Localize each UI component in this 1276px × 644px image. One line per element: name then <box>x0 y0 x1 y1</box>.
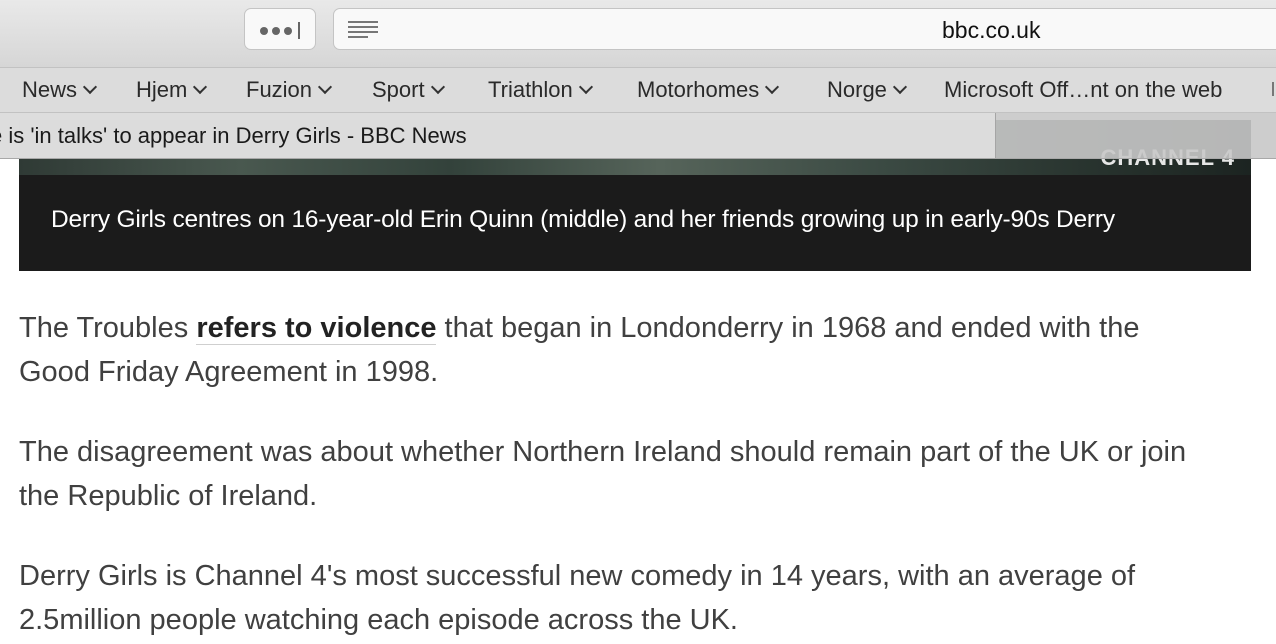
tab-bar: e is 'in talks' to appear in Derry Girls… <box>0 113 1276 159</box>
address-domain: bbc.co.uk <box>942 17 1041 43</box>
bookmark-norge[interactable]: Norge <box>827 77 907 103</box>
divider-icon <box>298 22 300 39</box>
bookmark-news[interactable]: News <box>22 77 98 103</box>
chevron-down-icon <box>193 79 208 95</box>
bookmarks-bar: News Hjem Fuzion Sport Triathlon Motorho… <box>0 67 1276 113</box>
bookmark-label: Microsoft Off…nt on the web <box>944 77 1223 102</box>
dot-icon <box>260 27 268 35</box>
dot-icon <box>284 27 292 35</box>
tab-title: e is 'in talks' to appear in Derry Girls… <box>0 123 467 148</box>
reader-view-icon[interactable] <box>348 21 378 39</box>
bookmark-label: Motorhomes <box>637 77 760 102</box>
bookmark-microsoft-office[interactable]: Microsoft Off…nt on the web <box>944 77 1222 103</box>
chevron-down-icon <box>82 79 98 95</box>
paragraph: Derry Girls is Channel 4's most successf… <box>19 560 1136 636</box>
chevron-down-icon <box>317 79 333 95</box>
paragraph: The disagreement was about whether North… <box>19 436 1187 512</box>
bookmark-fuzion[interactable]: Fuzion <box>246 77 333 103</box>
chevron-down-icon <box>765 79 780 95</box>
paragraph: The Troubles refers to violence that beg… <box>19 306 1199 394</box>
chevron-down-icon <box>578 79 593 95</box>
tab-active[interactable]: e is 'in talks' to appear in Derry Girls… <box>0 113 996 158</box>
refers-to-violence-link[interactable]: refers to violence <box>196 312 437 345</box>
address-bar[interactable]: bbc.co.uk <box>333 8 1276 50</box>
chevron-down-icon <box>430 79 445 95</box>
bookmark-label: News <box>22 77 78 102</box>
paragraph-text: The Troubles <box>19 312 197 344</box>
bookmark-motorhomes[interactable]: Motorhomes <box>637 77 780 103</box>
bookmark-label: Fuzion <box>246 77 313 102</box>
bookmarks-overflow-icon[interactable] <box>1272 82 1274 96</box>
browser-toolbar: bbc.co.uk <box>0 0 1276 67</box>
bookmark-hjem[interactable]: Hjem <box>136 77 208 103</box>
bookmark-triathlon[interactable]: Triathlon <box>488 77 593 103</box>
bookmark-label: Triathlon <box>488 77 573 102</box>
extensions-button[interactable] <box>244 8 316 50</box>
bookmark-label: Norge <box>827 77 887 102</box>
photo-caption: Derry Girls centres on 16-year-old Erin … <box>19 175 1251 271</box>
bookmark-label: Hjem <box>136 77 188 102</box>
chevron-down-icon <box>892 79 907 95</box>
bookmark-sport[interactable]: Sport <box>372 77 445 103</box>
dot-icon <box>272 27 280 35</box>
bookmark-label: Sport <box>372 77 425 102</box>
